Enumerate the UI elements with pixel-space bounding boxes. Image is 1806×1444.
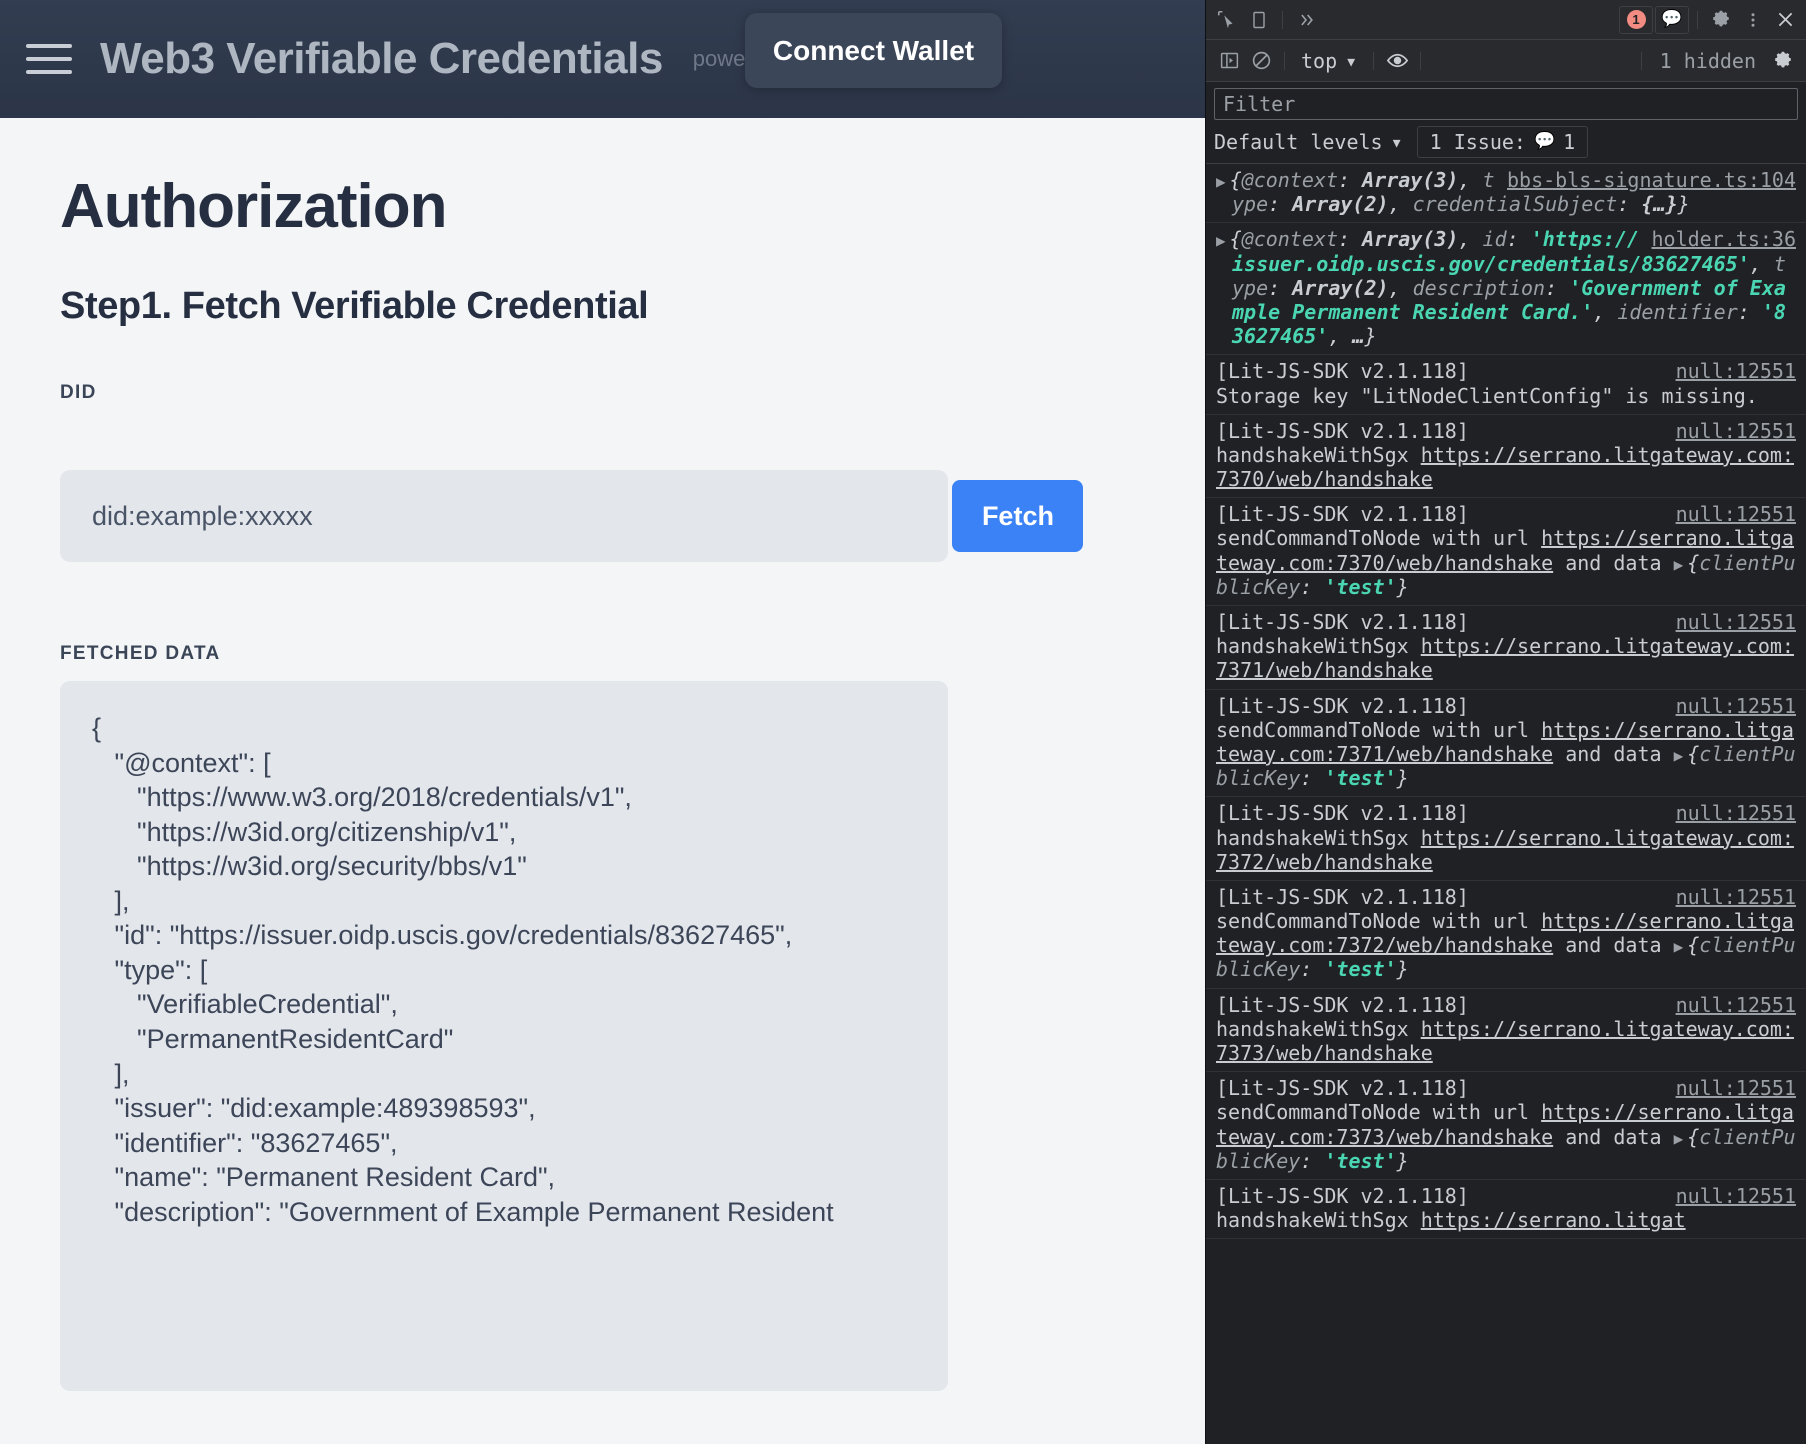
console-divider xyxy=(1284,51,1285,70)
expand-triangle-icon[interactable]: ▶ xyxy=(1216,172,1230,191)
expand-triangle-icon[interactable]: ▶ xyxy=(1674,555,1688,574)
expand-triangle-icon[interactable]: ▶ xyxy=(1674,746,1688,765)
chevron-down-icon: ▾ xyxy=(1345,48,1358,73)
console-source-link[interactable]: null:12551 xyxy=(1676,801,1796,825)
console-source-link[interactable]: bbs-bls-signature.ts:104 xyxy=(1507,168,1796,192)
step-title: Step1. Fetch Verifiable Credential xyxy=(60,285,649,328)
expand-triangle-icon[interactable]: ▶ xyxy=(1674,1129,1688,1148)
issue-message-icon: 💬 xyxy=(1533,131,1556,151)
toolbar-divider-2 xyxy=(1697,10,1698,29)
message-icon: 💬 xyxy=(1661,9,1683,29)
console-message-row[interactable]: null:12551 [Lit-JS-SDK v2.1.118] sendComma… xyxy=(1206,498,1806,606)
console-source-link[interactable]: null:12551 xyxy=(1676,359,1796,383)
console-message-row[interactable]: null:12551 [Lit-JS-SDK v2.1.118] handshake… xyxy=(1206,606,1806,690)
error-icon: 1 xyxy=(1626,10,1646,29)
issues-label: 1 Issue: xyxy=(1429,129,1526,154)
console-filter-input[interactable] xyxy=(1214,88,1798,120)
clear-console-icon[interactable] xyxy=(1246,47,1276,75)
console-divider-4 xyxy=(1640,51,1642,70)
fetch-button[interactable]: Fetch xyxy=(952,480,1084,553)
close-icon[interactable] xyxy=(1770,6,1800,34)
expand-triangle-icon[interactable]: ▶ xyxy=(1674,937,1688,956)
screen: Web3 Verifiable Credentials powe Connect… xyxy=(0,0,1806,1444)
console-source-link[interactable]: null:12551 xyxy=(1676,885,1796,909)
console-sidebar-icon[interactable] xyxy=(1214,47,1244,75)
chevron-double-right-icon[interactable] xyxy=(1291,6,1321,34)
app-content: Authorization Step1. Fetch Verifiable Cr… xyxy=(0,118,1205,1392)
connect-wallet-button[interactable]: Connect Wallet xyxy=(745,13,1002,88)
toolbar-divider xyxy=(1282,10,1283,29)
console-source-link[interactable]: null:12551 xyxy=(1676,694,1796,718)
execution-context-label: top xyxy=(1301,48,1338,73)
console-url-link[interactable]: https://serrano.litgat xyxy=(1421,1208,1686,1232)
console-source-link[interactable]: null:12551 xyxy=(1676,1184,1796,1208)
console-divider-2 xyxy=(1373,51,1375,70)
console-url-link[interactable]: https://serrano.litgateway.com:7370/web/… xyxy=(1216,443,1794,491)
console-source-link[interactable]: holder.ts:36 xyxy=(1652,227,1797,251)
fetched-data-box: { "@context": [ "https://www.w3.org/2018… xyxy=(60,681,948,1392)
devtools-toolbar: 1 💬 xyxy=(1206,0,1806,40)
error-count-badge[interactable]: 1 xyxy=(1619,5,1653,34)
console-divider-3 xyxy=(1420,51,1422,70)
console-message-text: [Lit-JS-SDK v2.1.118] handshakeWithSgx ht… xyxy=(1216,1183,1686,1233)
console-message-row[interactable]: null:12551 [Lit-JS-SDK v2.1.118] sendComma… xyxy=(1206,881,1806,989)
console-settings-gear-icon[interactable] xyxy=(1768,47,1798,75)
app-header: Web3 Verifiable Credentials powe Connect… xyxy=(0,0,1205,118)
hidden-messages-count[interactable]: 1 hidden xyxy=(1650,49,1766,73)
console-message-row[interactable]: null:12551 [Lit-JS-SDK v2.1.118] handshake… xyxy=(1206,1180,1806,1240)
console-message-row[interactable]: holder.ts:36 ▶ {@context: Array(3), id: 'h… xyxy=(1206,223,1806,356)
app-title: Web3 Verifiable Credentials xyxy=(100,34,663,83)
console-url-link[interactable]: https://serrano.litgateway.com:7372/web/… xyxy=(1216,826,1794,874)
did-input[interactable] xyxy=(60,470,948,563)
message-count-badge[interactable]: 💬 xyxy=(1655,5,1689,34)
web-app-pane: Web3 Verifiable Credentials powe Connect… xyxy=(0,0,1205,1444)
console-source-link[interactable]: null:12551 xyxy=(1676,502,1796,526)
live-expression-icon[interactable] xyxy=(1382,47,1412,75)
devtools-pane: 1 💬 top ▾ 1 hidden Filter Default levels… xyxy=(1205,0,1806,1444)
console-message-list[interactable]: bbs-bls-signature.ts:104 ▶ {@context: Arra… xyxy=(1206,164,1806,1444)
page-title: Authorization xyxy=(60,172,448,241)
console-source-link[interactable]: null:12551 xyxy=(1676,419,1796,443)
console-url-link[interactable]: https://serrano.litgateway.com:7373/web/… xyxy=(1216,1017,1794,1065)
console-filter-row xyxy=(1206,82,1806,120)
device-toolbar-icon[interactable] xyxy=(1244,6,1274,34)
console-message-row[interactable]: null:12551 [Lit-JS-SDK v2.1.118] handshake… xyxy=(1206,797,1806,881)
console-message-row[interactable]: null:12551 [Lit-JS-SDK v2.1.118] Storage k… xyxy=(1206,355,1806,415)
console-levels-row: Default levels ▾ 1 Issue: 💬 1 xyxy=(1206,120,1806,164)
expand-triangle-icon[interactable]: ▶ xyxy=(1216,231,1230,250)
log-levels-label: Default levels xyxy=(1214,129,1383,154)
fetched-data-json: { "@context": [ "https://www.w3.org/2018… xyxy=(92,713,834,1227)
console-message-row[interactable]: null:12551 [Lit-JS-SDK v2.1.118] handshake… xyxy=(1206,989,1806,1073)
console-message-row[interactable]: null:12551 [Lit-JS-SDK v2.1.118] handshake… xyxy=(1206,415,1806,499)
issues-count: 1 xyxy=(1563,129,1576,154)
execution-context-select[interactable]: top ▾ xyxy=(1293,49,1365,73)
more-vertical-icon[interactable] xyxy=(1738,6,1768,34)
console-source-link[interactable]: null:12551 xyxy=(1676,993,1796,1017)
console-message-row[interactable]: bbs-bls-signature.ts:104 ▶ {@context: Arra… xyxy=(1206,164,1806,224)
inspect-cursor-icon[interactable] xyxy=(1212,6,1242,34)
log-levels-select[interactable]: Default levels ▾ xyxy=(1214,130,1403,154)
hamburger-icon[interactable] xyxy=(26,39,72,79)
console-message-row[interactable]: null:12551 [Lit-JS-SDK v2.1.118] sendComma… xyxy=(1206,690,1806,798)
issues-chip[interactable]: 1 Issue: 💬 1 xyxy=(1416,125,1589,158)
console-source-link[interactable]: null:12551 xyxy=(1676,610,1796,634)
console-toolbar: top ▾ 1 hidden xyxy=(1206,40,1806,82)
console-message-row[interactable]: null:12551 [Lit-JS-SDK v2.1.118] sendComma… xyxy=(1206,1072,1806,1180)
chevron-down-icon: ▾ xyxy=(1390,129,1403,154)
did-label: DID xyxy=(60,382,97,404)
powered-by-text: powe xyxy=(692,46,746,71)
gear-icon[interactable] xyxy=(1706,6,1736,34)
console-url-link[interactable]: https://serrano.litgateway.com:7371/web/… xyxy=(1216,634,1794,682)
fetched-data-label: FETCHED DATA xyxy=(60,643,221,665)
console-source-link[interactable]: null:12551 xyxy=(1676,1076,1796,1100)
